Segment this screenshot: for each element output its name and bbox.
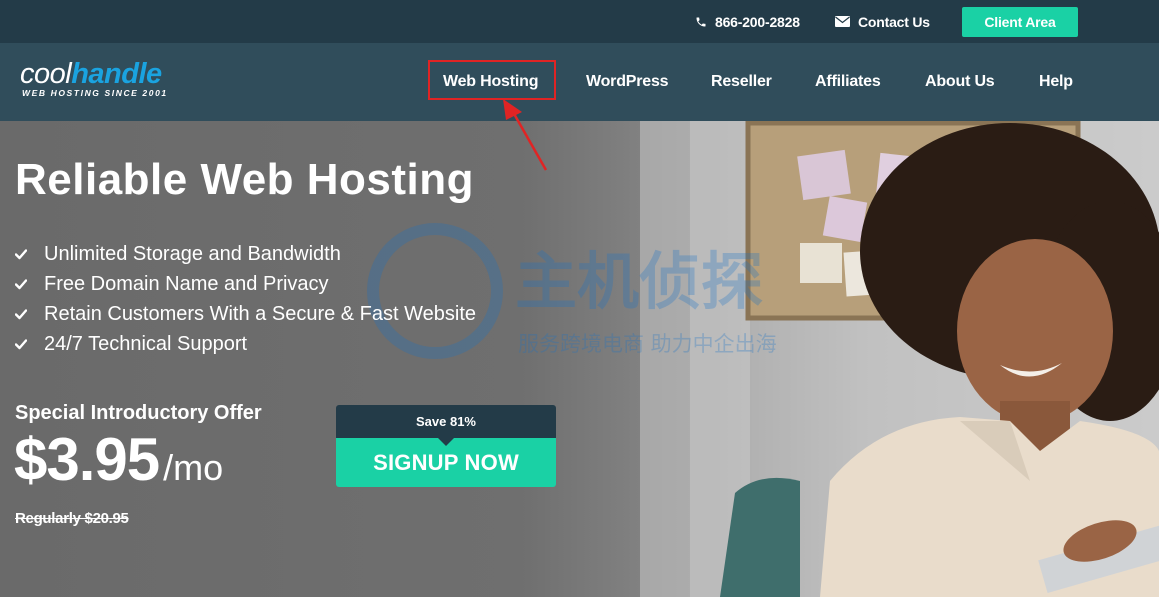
nav-item-affiliates[interactable]: Affiliates (815, 43, 881, 121)
feature-text: 24/7 Technical Support (44, 332, 248, 355)
logo-wordmark: coolhandle (20, 58, 162, 90)
contact-us-label: Contact Us (858, 13, 930, 30)
feature-item: 24/7 Technical Support (15, 329, 476, 359)
price-unit: /mo (163, 447, 224, 488)
logo[interactable]: coolhandle WEB HOSTING SINCE 2001 (20, 58, 210, 102)
client-area-button[interactable]: Client Area (962, 7, 1078, 37)
logo-part-cool: cool (20, 58, 72, 90)
checkmark-icon (15, 249, 27, 260)
hero-section: 主机侦探 服务跨境电商 助力中企出海 Reliable Web Hosting … (0, 121, 1159, 597)
price: $3.95 /mo (14, 425, 223, 494)
main-navigation: coolhandle WEB HOSTING SINCE 2001 Web Ho… (0, 43, 1159, 121)
price-amount: $3.95 (14, 426, 160, 493)
contact-us-link[interactable]: Contact Us (835, 0, 930, 43)
nav-item-about-us[interactable]: About Us (925, 43, 995, 121)
save-badge: Save 81% (336, 405, 556, 438)
phone-link[interactable]: 866-200-2828 (695, 0, 800, 43)
svg-text:主机侦探: 主机侦探 (515, 245, 763, 318)
save-badge-pointer (438, 438, 454, 446)
feature-text: Free Domain Name and Privacy (44, 272, 329, 295)
hero-title: Reliable Web Hosting (15, 155, 475, 204)
checkmark-icon (15, 309, 27, 320)
nav-item-help[interactable]: Help (1039, 43, 1073, 121)
offer-label: Special Introductory Offer (15, 402, 262, 424)
feature-text: Retain Customers With a Secure & Fast We… (44, 302, 477, 325)
regular-price: Regularly $20.95 (15, 510, 129, 527)
nav-item-reseller[interactable]: Reseller (711, 43, 772, 121)
feature-item: Retain Customers With a Secure & Fast We… (15, 299, 476, 329)
logo-part-handle: handle (71, 58, 162, 90)
feature-item: Free Domain Name and Privacy (15, 269, 476, 299)
svg-text:服务跨境电商 助力中企出海: 服务跨境电商 助力中企出海 (518, 332, 777, 356)
phone-icon (696, 17, 706, 26)
feature-list: Unlimited Storage and Bandwidth Free Dom… (15, 239, 476, 359)
feature-item: Unlimited Storage and Bandwidth (15, 239, 476, 269)
nav-item-wordpress[interactable]: WordPress (586, 43, 669, 121)
logo-tagline: WEB HOSTING SINCE 2001 (22, 88, 168, 98)
checkmark-icon (15, 279, 27, 290)
feature-text: Unlimited Storage and Bandwidth (44, 242, 341, 265)
envelope-icon (835, 16, 850, 27)
signup-cta: Save 81% SIGNUP NOW (336, 405, 556, 487)
checkmark-icon (15, 339, 27, 350)
top-bar: 866-200-2828 Contact Us Client Area (0, 0, 1159, 43)
phone-number: 866-200-2828 (715, 13, 800, 30)
highlight-box (428, 60, 556, 100)
